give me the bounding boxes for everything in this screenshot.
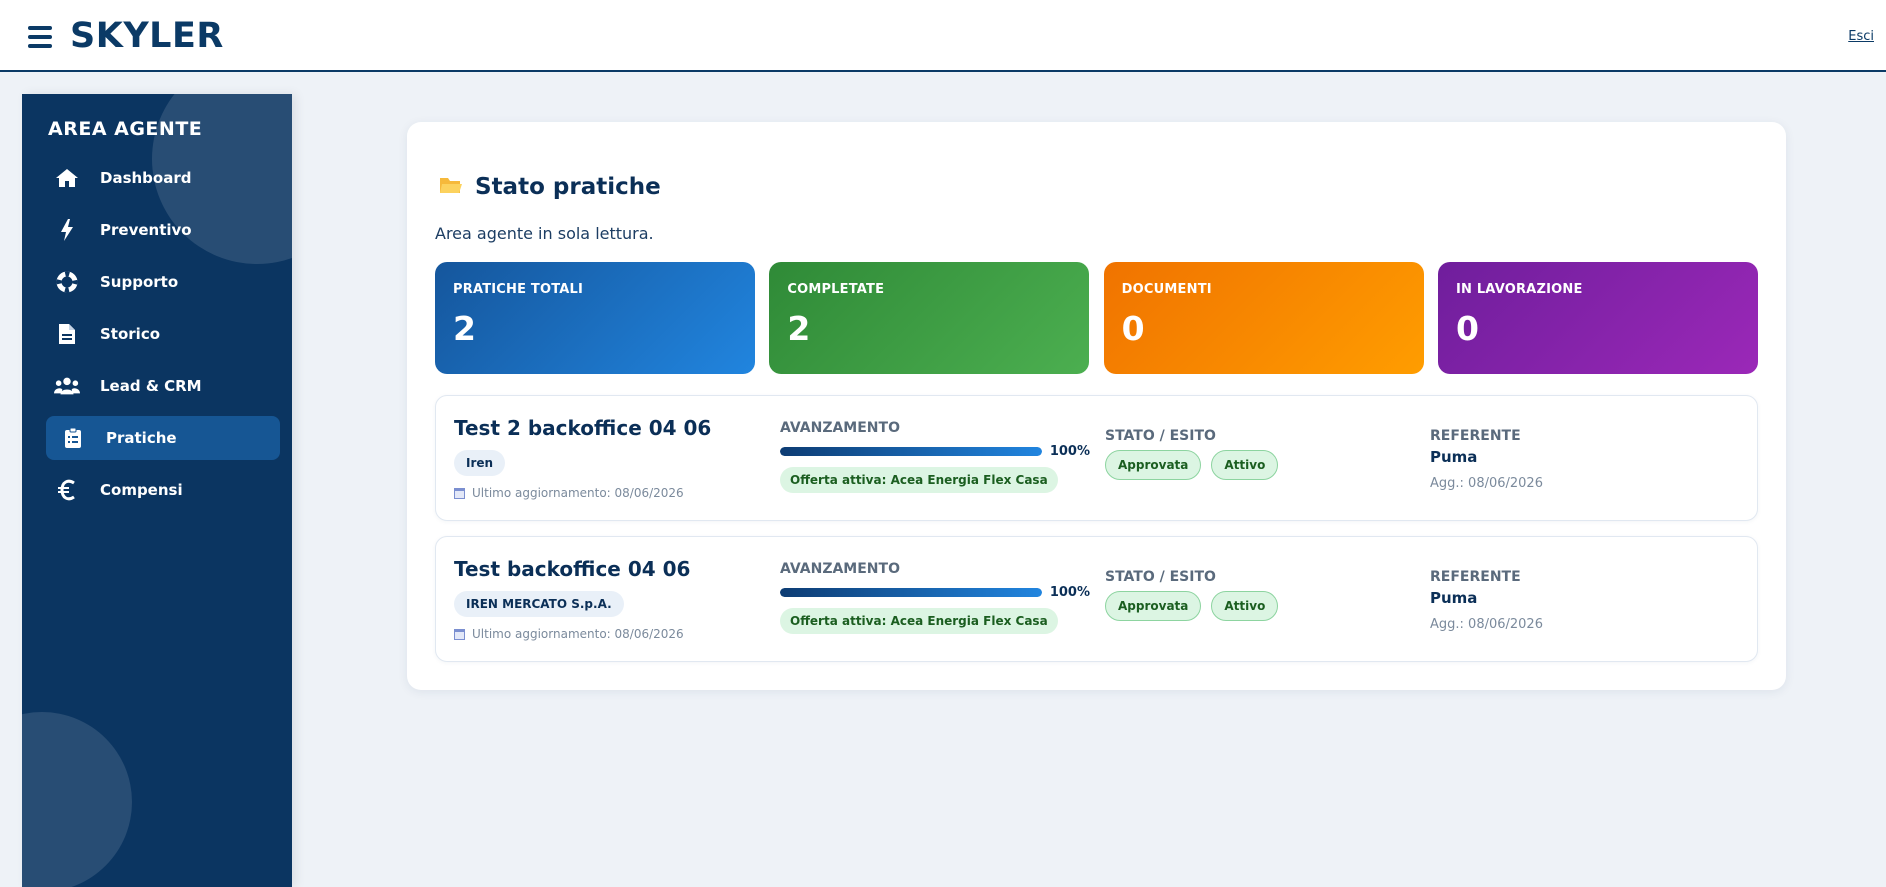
users-icon (54, 373, 80, 399)
stat-label: COMPLETATE (787, 282, 885, 297)
supplier-badge: Iren (454, 450, 506, 476)
last-updated: Ultimo aggiornamento: 08/06/2026 (454, 486, 684, 500)
supplier-badge: IREN MERCATO S.p.A. (454, 591, 624, 617)
status-label: STATO / ESITO (1105, 569, 1216, 585)
practices-card: Stato pratiche Area agente in sola lettu… (407, 122, 1786, 690)
home-icon (54, 165, 80, 191)
active-offer-badge: Offerta attiva: Acea Energia Flex Casa (780, 467, 1058, 493)
sidebar-title: AREA AGENTE (48, 118, 203, 140)
referent-updated: Agg.: 08/06/2026 (1430, 617, 1543, 632)
progress-percent: 100% (1049, 444, 1090, 459)
stat-value: 2 (453, 309, 476, 348)
folder-icon (439, 175, 463, 199)
outcome-badge: Attivo (1211, 591, 1279, 621)
referent-column: REFERENTE Puma Agg.: 08/06/2026 (1430, 428, 1543, 491)
outcome-badge: Attivo (1211, 450, 1279, 480)
stat-value: 0 (1121, 309, 1145, 348)
status-column: STATO / ESITO Approvata Attivo (1105, 428, 1288, 480)
status-badge: Approvata (1105, 450, 1202, 480)
sidebar-item-preventivo[interactable]: Preventivo (46, 208, 280, 252)
sidebar-item-dashboard[interactable]: Dashboard (46, 156, 280, 200)
last-updated-text: Ultimo aggiornamento: 08/06/2026 (472, 486, 684, 500)
logout-link[interactable]: Esci (1848, 29, 1874, 44)
sidebar-nav: Dashboard Preventivo Supporto Storico Le (46, 156, 280, 520)
status-badges: Approvata Attivo (1105, 591, 1288, 621)
stat-value: 2 (787, 309, 811, 348)
brand-logo[interactable]: SKYLER (70, 16, 224, 56)
referent-label: REFERENTE (1430, 569, 1521, 585)
page-title: Stato pratiche (475, 174, 661, 200)
stat-card-completed: COMPLETATE 2 (769, 262, 1090, 374)
hamburger-menu-icon[interactable] (28, 26, 52, 48)
calendar-icon (454, 487, 465, 499)
sidebar-item-label: Storico (100, 325, 161, 343)
progress-column: AVANZAMENTO 100% Offerta attiva: Acea En… (780, 561, 1090, 634)
sidebar-item-pratiche[interactable]: Pratiche (46, 416, 280, 460)
sidebar-item-compensi[interactable]: Compensi (46, 468, 280, 512)
sidebar-item-lead-crm[interactable]: Lead & CRM (46, 364, 280, 408)
status-label: STATO / ESITO (1105, 428, 1216, 444)
sidebar-item-label: Dashboard (100, 169, 192, 187)
progress-bar (780, 447, 1042, 456)
page-subtitle: Area agente in sola lettura. (435, 224, 654, 243)
progress-label: AVANZAMENTO (780, 420, 900, 436)
referent-column: REFERENTE Puma Agg.: 08/06/2026 (1430, 569, 1543, 632)
stat-label: DOCUMENTI (1121, 282, 1212, 297)
sidebar-item-label: Lead & CRM (100, 377, 202, 395)
stat-card-in-progress: IN LAVORAZIONE 0 (1437, 262, 1758, 374)
status-badges: Approvata Attivo (1105, 450, 1288, 480)
clipboard-icon (60, 425, 86, 451)
stat-card-total: PRATICHE TOTALI 2 (435, 262, 755, 374)
practice-row[interactable]: Test 2 backoffice 04 06 Iren Ultimo aggi… (435, 395, 1758, 521)
euro-icon (54, 477, 80, 503)
practice-title: Test 2 backoffice 04 06 (454, 416, 712, 440)
progress-bar (780, 588, 1042, 597)
sidebar-item-label: Supporto (100, 273, 179, 291)
calendar-icon (454, 628, 465, 640)
progress-bar-fill (780, 588, 1042, 597)
progress-label: AVANZAMENTO (780, 561, 900, 577)
lifebuoy-icon (54, 269, 80, 295)
practice-row[interactable]: Test backoffice 04 06 IREN MERCATO S.p.A… (435, 536, 1758, 662)
progress-percent: 100% (1049, 585, 1090, 600)
progress-bar-row: 100% (780, 444, 1090, 459)
bolt-icon (54, 217, 80, 243)
stat-label: PRATICHE TOTALI (453, 282, 584, 297)
progress-bar-fill (780, 447, 1042, 456)
sidebar-item-storico[interactable]: Storico (46, 312, 280, 356)
stat-card-documents: DOCUMENTI 0 (1103, 262, 1424, 374)
top-bar: SKYLER Esci (0, 0, 1886, 72)
sidebar: AREA AGENTE Dashboard Preventivo Support… (22, 94, 292, 887)
referent-name: Puma (1430, 448, 1478, 466)
progress-bar-row: 100% (780, 585, 1090, 600)
active-offer-badge: Offerta attiva: Acea Energia Flex Casa (780, 608, 1058, 634)
section-title: Stato pratiche (439, 174, 661, 200)
stat-value: 0 (1455, 309, 1479, 348)
sidebar-item-label: Compensi (100, 481, 183, 499)
progress-column: AVANZAMENTO 100% Offerta attiva: Acea En… (780, 420, 1090, 493)
referent-updated: Agg.: 08/06/2026 (1430, 476, 1543, 491)
document-icon (54, 321, 80, 347)
status-badge: Approvata (1105, 591, 1202, 621)
referent-label: REFERENTE (1430, 428, 1521, 444)
referent-name: Puma (1430, 589, 1478, 607)
last-updated: Ultimo aggiornamento: 08/06/2026 (454, 627, 684, 641)
status-column: STATO / ESITO Approvata Attivo (1105, 569, 1288, 621)
sidebar-item-label: Pratiche (106, 429, 177, 447)
sidebar-item-label: Preventivo (100, 221, 192, 239)
stat-label: IN LAVORAZIONE (1455, 282, 1583, 297)
practice-title: Test backoffice 04 06 (454, 557, 691, 581)
decorative-circle (22, 712, 132, 887)
last-updated-text: Ultimo aggiornamento: 08/06/2026 (472, 627, 684, 641)
stats-row: PRATICHE TOTALI 2 COMPLETATE 2 DOCUMENTI… (435, 262, 1758, 374)
sidebar-item-supporto[interactable]: Supporto (46, 260, 280, 304)
